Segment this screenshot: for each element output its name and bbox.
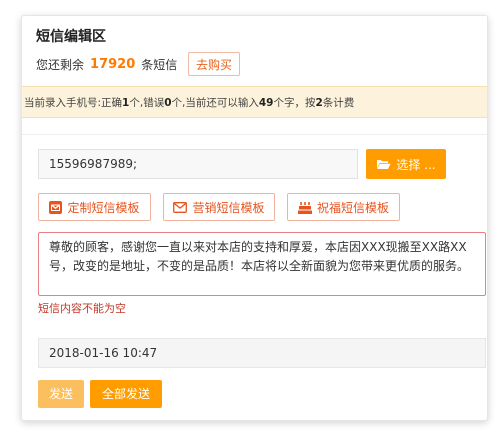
phone-number-input[interactable]: 15596987989; <box>38 149 358 179</box>
envelope-icon <box>49 200 63 214</box>
input-status-notice: 当前录入手机号:正确1个,错误0个,当前还可以输入49个字，按2条计费 <box>22 86 487 118</box>
send-button[interactable]: 发送 <box>38 380 84 408</box>
divider <box>22 134 487 135</box>
sms-editor-panel: 短信编辑区 您还剩余 17920 条短信 去购买 当前录入手机号:正确1个,错误… <box>21 15 488 421</box>
remaining-quota: 您还剩余 17920 条短信 <box>36 56 177 73</box>
select-label: 选择 ... <box>396 157 436 172</box>
template-label: 定制短信模板 <box>67 200 140 215</box>
billing-count: 2 <box>315 97 323 109</box>
envelope-outline-icon <box>173 201 188 213</box>
notice-text: 条计费 <box>322 97 355 109</box>
select-contacts-button[interactable]: 选择 ... <box>366 149 446 179</box>
marketing-template-button[interactable]: 营销短信模板 <box>163 193 275 221</box>
buy-button[interactable]: 去购买 <box>188 52 240 76</box>
greeting-template-button[interactable]: 祝福短信模板 <box>287 193 400 221</box>
remaining-suffix: 条短信 <box>141 58 178 72</box>
notice-text: 当前录入手机号:正确 <box>24 97 123 109</box>
template-label: 祝福短信模板 <box>316 200 389 215</box>
template-label: 营销短信模板 <box>192 200 265 215</box>
notice-text: 个,错误 <box>129 97 165 109</box>
custom-template-button[interactable]: 定制短信模板 <box>38 193 151 221</box>
birthday-cake-icon <box>297 201 312 214</box>
notice-text: 个字，按 <box>273 97 316 109</box>
folder-open-icon <box>376 158 391 170</box>
notice-text: 个,当前还可以输入 <box>171 97 259 109</box>
remaining-chars: 49 <box>258 97 274 109</box>
panel-title: 短信编辑区 <box>36 29 106 45</box>
error-message: 短信内容不能为空 <box>38 302 126 315</box>
sms-content-textarea[interactable]: 尊敬的顾客，感谢您一直以来对本店的支持和厚爱，本店因XXX现搬至XX路XX号，改… <box>38 232 486 296</box>
remaining-count: 17920 <box>90 57 136 72</box>
wrong-count: 0 <box>164 97 172 109</box>
send-time-field[interactable]: 2018-01-16 10:47 <box>38 338 486 368</box>
send-all-button[interactable]: 全部发送 <box>90 380 162 408</box>
remaining-prefix: 您还剩余 <box>36 58 85 72</box>
